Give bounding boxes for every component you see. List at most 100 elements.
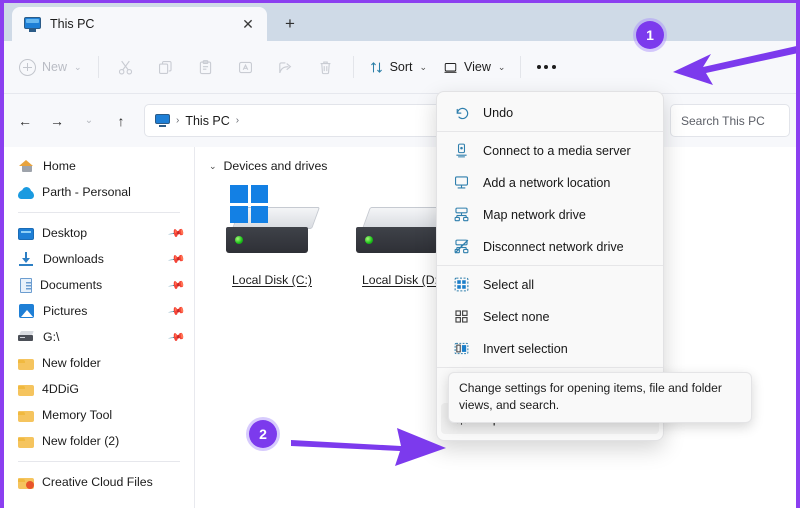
menu-item-map-network-drive[interactable]: Map network drive bbox=[441, 199, 659, 230]
menu-item-label: Map network drive bbox=[483, 207, 586, 222]
forward-button[interactable]: → bbox=[42, 106, 72, 136]
cut-icon[interactable] bbox=[106, 50, 146, 84]
disconnect-network-drive-icon bbox=[453, 238, 470, 255]
chevron-down-icon[interactable]: ⌄ bbox=[209, 161, 217, 172]
menu-item-select-all[interactable]: Select all bbox=[441, 269, 659, 300]
tab-title: This PC bbox=[50, 17, 95, 31]
folder-icon bbox=[18, 411, 34, 422]
home-icon bbox=[18, 158, 35, 174]
close-icon[interactable]: ✕ bbox=[237, 13, 259, 35]
see-more-button[interactable] bbox=[528, 51, 564, 83]
step-badge-1: 1 bbox=[636, 21, 664, 49]
downloads-icon bbox=[18, 251, 35, 267]
group-title: Devices and drives bbox=[223, 159, 328, 173]
toolbar-divider-3 bbox=[520, 56, 522, 78]
desktop-icon bbox=[18, 228, 34, 240]
rename-icon[interactable] bbox=[226, 50, 266, 84]
sidebar-item-new-folder-2[interactable]: New folder (2) bbox=[4, 428, 194, 454]
sidebar-item-label: Documents bbox=[40, 278, 103, 292]
search-input[interactable]: Search This PC bbox=[670, 104, 790, 137]
drive-label: Local Disk (C:) bbox=[232, 273, 312, 287]
breadcrumb-separator[interactable]: › bbox=[236, 115, 239, 126]
drive-item-c[interactable]: Local Disk (C:) bbox=[213, 185, 331, 287]
chevron-down-icon: ⌄ bbox=[419, 61, 428, 72]
invert-selection-icon bbox=[453, 340, 470, 357]
view-label: View bbox=[464, 60, 491, 74]
pin-icon[interactable]: 📌 bbox=[168, 276, 187, 295]
this-pc-monitor-icon bbox=[155, 114, 170, 127]
sidebar-item-desktop[interactable]: Desktop 📌 bbox=[4, 220, 194, 246]
sidebar-item-label: G:\ bbox=[43, 330, 60, 344]
sidebar-item-g-drive[interactable]: G:\ 📌 bbox=[4, 324, 194, 350]
tab-this-pc[interactable]: This PC ✕ bbox=[12, 7, 267, 41]
drive-label: Local Disk (D:) bbox=[362, 273, 442, 287]
onedrive-cloud-icon bbox=[18, 186, 34, 199]
sidebar-item-creative-cloud-files[interactable]: Creative Cloud Files bbox=[4, 469, 194, 495]
pictures-icon bbox=[19, 304, 34, 318]
sidebar-item-label: New folder bbox=[42, 356, 101, 370]
sidebar-item-pictures[interactable]: Pictures 📌 bbox=[4, 298, 194, 324]
new-button-label: New bbox=[42, 60, 68, 74]
paste-icon[interactable] bbox=[186, 50, 226, 84]
folder-icon bbox=[18, 437, 34, 448]
documents-icon bbox=[20, 277, 32, 293]
menu-divider bbox=[437, 131, 663, 132]
sidebar-item-memory-tool[interactable]: Memory Tool bbox=[4, 402, 194, 428]
windows-logo-icon bbox=[230, 185, 268, 223]
breadcrumb-separator: › bbox=[176, 115, 180, 126]
sort-label: Sort bbox=[389, 60, 413, 74]
options-tooltip: Change settings for opening items, file … bbox=[448, 372, 752, 424]
drive-icon bbox=[18, 329, 35, 345]
sidebar-item-label: Pictures bbox=[43, 304, 88, 318]
view-button[interactable]: View ⌄ bbox=[435, 51, 513, 83]
sidebar-divider-2 bbox=[18, 461, 180, 462]
file-explorer-window: This PC ✕ + New ⌄ Sort ⌄ View ⌄ ← → ⌄ ↑ … bbox=[0, 0, 800, 508]
copy-icon[interactable] bbox=[146, 50, 186, 84]
sort-button[interactable]: Sort ⌄ bbox=[361, 51, 435, 83]
menu-item-label: Invert selection bbox=[483, 341, 568, 356]
pin-icon[interactable]: 📌 bbox=[168, 250, 187, 269]
menu-item-add-a-network-location[interactable]: Add a network location bbox=[441, 167, 659, 198]
menu-item-connect-to-a-media-server[interactable]: Connect to a media server bbox=[441, 135, 659, 166]
map-network-drive-icon bbox=[453, 206, 470, 223]
sidebar-item-4ddig[interactable]: 4DDiG bbox=[4, 376, 194, 402]
menu-item-undo[interactable]: Undo bbox=[441, 97, 659, 128]
tab-strip: This PC ✕ + bbox=[4, 3, 796, 41]
sidebar-item-label: New folder (2) bbox=[42, 434, 120, 448]
menu-item-label: Select all bbox=[483, 277, 535, 292]
new-tab-button[interactable]: + bbox=[267, 7, 313, 41]
chevron-down-icon: ⌄ bbox=[74, 61, 82, 72]
new-button[interactable]: New ⌄ bbox=[12, 51, 91, 83]
pin-icon[interactable]: 📌 bbox=[168, 302, 187, 321]
sidebar-item-documents[interactable]: Documents 📌 bbox=[4, 272, 194, 298]
network-location-icon bbox=[453, 174, 470, 191]
menu-divider-3 bbox=[437, 367, 663, 368]
up-button[interactable]: ↑ bbox=[106, 106, 136, 136]
creative-cloud-folder-icon bbox=[18, 478, 34, 489]
sidebar-item-label: Desktop bbox=[42, 226, 88, 240]
sidebar-item-onedrive[interactable]: Parth - Personal bbox=[4, 179, 194, 205]
pin-icon[interactable]: 📌 bbox=[168, 328, 187, 347]
back-button[interactable]: ← bbox=[10, 106, 40, 136]
sidebar-item-new-folder[interactable]: New folder bbox=[4, 350, 194, 376]
plus-circle-icon bbox=[19, 58, 36, 76]
breadcrumb-this-pc[interactable]: This PC bbox=[185, 114, 229, 128]
share-icon[interactable] bbox=[266, 50, 306, 84]
menu-item-disconnect-network-drive[interactable]: Disconnect network drive bbox=[441, 231, 659, 262]
menu-item-invert-selection[interactable]: Invert selection bbox=[441, 333, 659, 364]
this-pc-monitor-icon bbox=[24, 16, 41, 32]
dot bbox=[536, 65, 541, 69]
menu-item-select-none[interactable]: Select none bbox=[441, 301, 659, 332]
address-bar-row: ← → ⌄ ↑ › This PC › ↻ Search This PC bbox=[4, 94, 796, 147]
pin-icon[interactable]: 📌 bbox=[168, 224, 187, 243]
sidebar-item-label: 4DDiG bbox=[42, 382, 79, 396]
sidebar-item-label: Creative Cloud Files bbox=[42, 475, 153, 489]
dot bbox=[544, 65, 549, 69]
sidebar-item-label: Memory Tool bbox=[42, 408, 113, 422]
recent-locations-button[interactable]: ⌄ bbox=[74, 106, 104, 136]
sidebar-item-downloads[interactable]: Downloads 📌 bbox=[4, 246, 194, 272]
delete-icon[interactable] bbox=[306, 50, 346, 84]
select-all-icon bbox=[453, 276, 470, 293]
menu-item-label: Add a network location bbox=[483, 175, 611, 190]
sidebar-item-home[interactable]: Home bbox=[4, 153, 194, 179]
